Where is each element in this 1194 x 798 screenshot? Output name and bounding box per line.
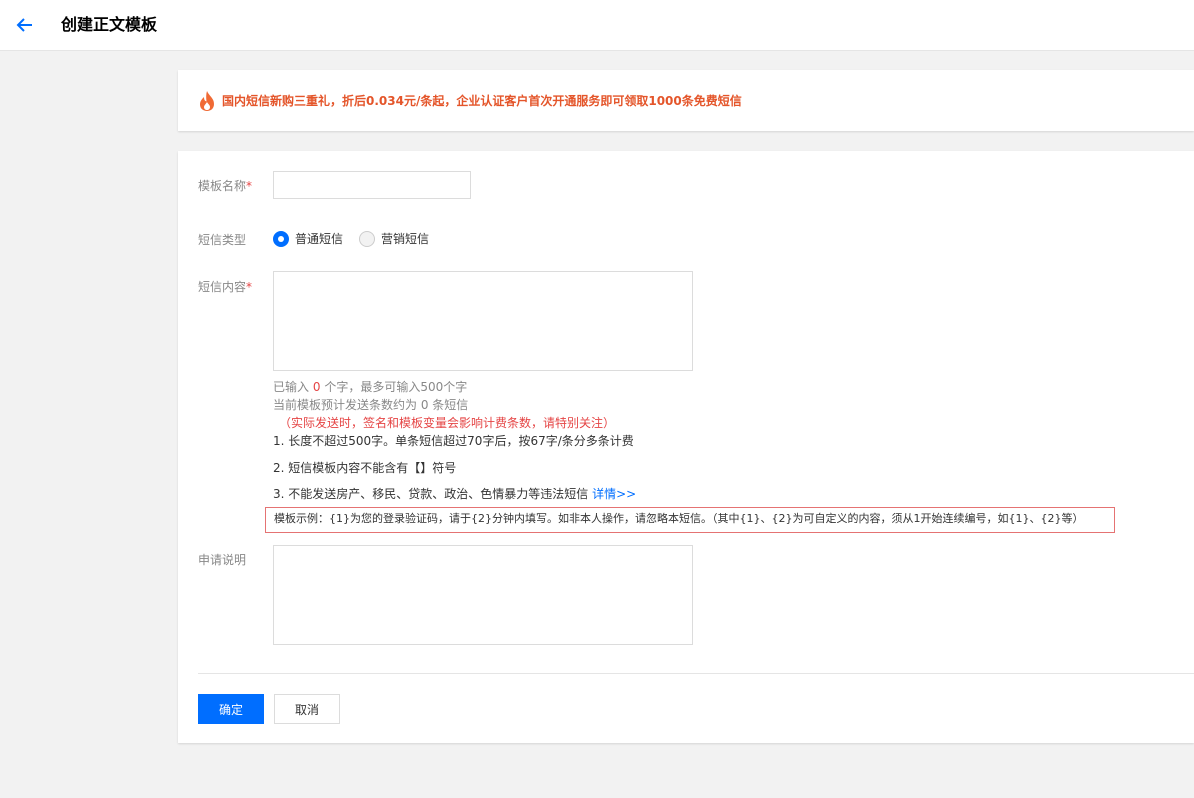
rule-item: 2. 短信模板内容不能含有【】符号 [273, 461, 457, 475]
required-mark: * [246, 280, 253, 294]
sms-type-label: 短信类型 [198, 233, 247, 247]
sms-content-label: 短信内容* [198, 278, 252, 296]
page-title: 创建正文模板 [61, 15, 158, 34]
remark-textarea[interactable] [273, 545, 693, 645]
divider [198, 673, 1194, 674]
char-count: 已输入 0 个字，最多可输入500个字 [273, 378, 467, 396]
confirm-button[interactable]: 确定 [198, 694, 264, 724]
estimate-text: 当前模板预计发送条数约为 0 条短信 [273, 398, 469, 412]
billing-warning: （实际发送时，签名和模板变量会影响计费条数，请特别关注） [279, 416, 616, 430]
radio-normal-sms[interactable]: 普通短信 [273, 230, 343, 248]
radio-marketing-sms-label: 营销短信 [381, 232, 430, 246]
rule-item: 1. 长度不超过500字。单条短信超过70字后，按67字/条分多条计费 [273, 434, 634, 448]
char-count-value: 0 [312, 380, 321, 394]
promo-banner: 国内短信新购三重礼，折后0.034元/条起，企业认证客户首次开通服务即可领取10… [178, 70, 1194, 131]
template-name-label-text: 模板名称 [198, 179, 247, 193]
sms-content-label-text: 短信内容 [198, 280, 247, 294]
template-form: 模板名称* 短信类型 普通短信 营销短信 短信内容* 已输入 0 个字，最多可输… [178, 151, 1194, 743]
radio-marketing-sms[interactable]: 营销短信 [359, 230, 429, 248]
template-name-label: 模板名称* [198, 177, 252, 195]
arrow-left-icon[interactable] [14, 14, 36, 36]
sms-content-textarea[interactable] [273, 271, 693, 371]
fire-icon [198, 90, 216, 112]
top-bar: 创建正文模板 [0, 0, 1194, 51]
char-count-prefix: 已输入 [273, 380, 310, 394]
required-mark: * [246, 179, 253, 193]
rule-item-text: 3. 不能发送房产、移民、贷款、政治、色情暴力等违法短信 [273, 487, 589, 501]
template-name-input[interactable] [273, 171, 471, 199]
rule-item: 3. 不能发送房产、移民、贷款、政治、色情暴力等违法短信 详情>> [273, 485, 636, 503]
cancel-button[interactable]: 取消 [274, 694, 340, 724]
radio-unchecked-icon[interactable] [359, 231, 375, 247]
template-example: 模板示例：{1}为您的登录验证码，请于{2}分钟内填写。如非本人操作，请忽略本短… [265, 507, 1115, 533]
char-count-suffix: 个字，最多可输入500个字 [324, 380, 468, 394]
radio-normal-sms-label: 普通短信 [295, 232, 344, 246]
details-link[interactable]: 详情>> [592, 487, 636, 501]
remark-label: 申请说明 [198, 553, 247, 567]
radio-checked-icon[interactable] [273, 231, 289, 247]
promo-text: 国内短信新购三重礼，折后0.034元/条起，企业认证客户首次开通服务即可领取10… [222, 94, 742, 108]
